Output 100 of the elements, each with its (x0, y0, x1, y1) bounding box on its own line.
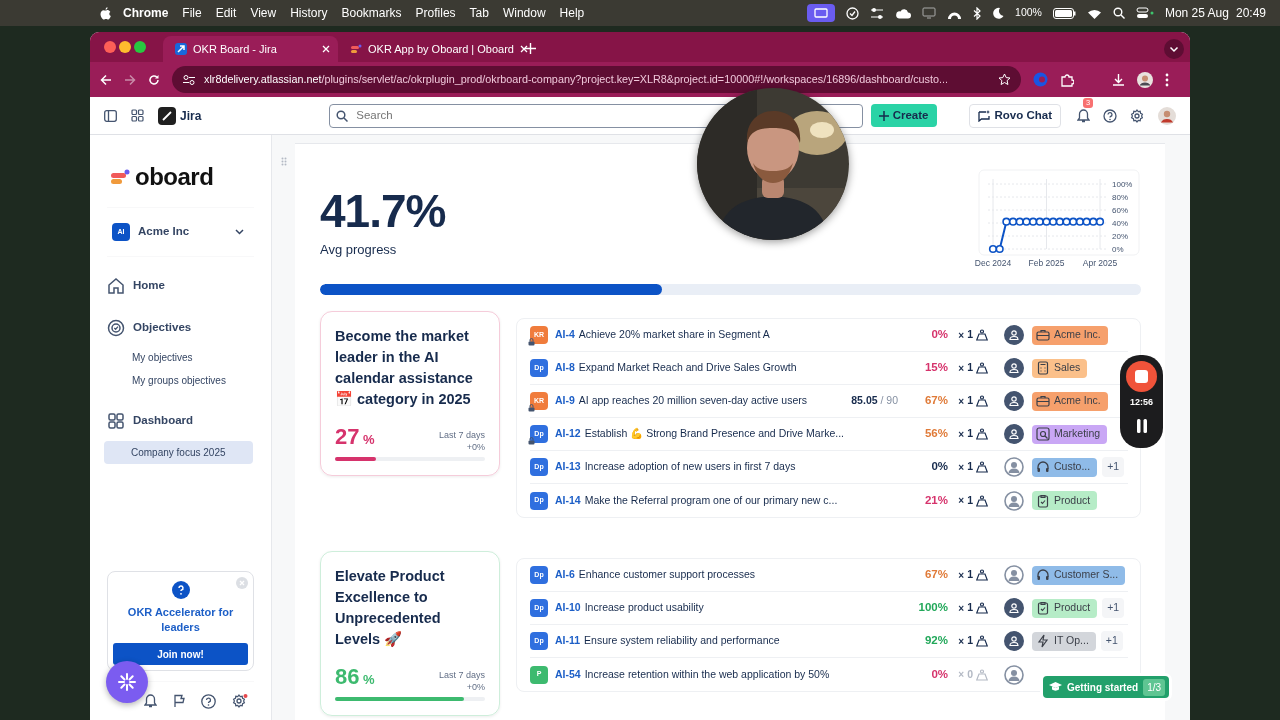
battery-icon[interactable] (1052, 7, 1076, 19)
menu-item[interactable]: Tab (469, 4, 489, 22)
rovo-chat-button[interactable]: Rovo Chat (968, 103, 1061, 128)
close-icon[interactable] (519, 45, 528, 53)
menu-item[interactable]: Profiles (415, 4, 456, 22)
issue-key[interactable]: AI-4 (555, 327, 575, 343)
app-menu[interactable]: Chrome (123, 4, 169, 22)
checkmark-circle-icon[interactable] (846, 6, 860, 20)
profile-avatar-icon[interactable] (1137, 71, 1153, 88)
back-icon[interactable] (100, 73, 112, 86)
more-teams-count[interactable]: +1 (1102, 598, 1125, 618)
menubar-time[interactable]: 20:49 (1235, 4, 1266, 22)
screen-share-icon[interactable] (807, 4, 836, 22)
sidebar-subitem[interactable]: Company focus 2025 (104, 441, 253, 464)
sidebar-item[interactable]: Dashboard (107, 411, 254, 431)
owner-avatar-icon[interactable] (1004, 598, 1024, 618)
empty-avatar-icon[interactable] (1004, 565, 1024, 585)
owner-avatar-icon[interactable] (1004, 325, 1024, 345)
pause-icon[interactable] (1135, 418, 1148, 433)
menu-item[interactable]: Window (502, 4, 546, 22)
help-icon[interactable] (201, 693, 216, 709)
puzzle-icon[interactable] (1060, 72, 1074, 87)
owner-avatar-icon[interactable] (1004, 631, 1024, 651)
team-tag[interactable]: Product (1032, 598, 1098, 618)
key-result-title[interactable]: Enhance customer support processes (578, 567, 756, 583)
issue-key[interactable]: AI-14 (555, 492, 581, 509)
key-result-title[interactable]: Make the Referral program one of our primary new c... (584, 492, 838, 509)
product-name[interactable]: Jira (180, 106, 202, 125)
team-tag[interactable]: Acme Inc. (1032, 391, 1108, 411)
window-control-icon[interactable] (134, 41, 146, 53)
window-control-icon[interactable] (119, 41, 131, 53)
menu-item[interactable]: Bookmarks (341, 4, 402, 22)
issue-key[interactable]: AI-6 (555, 567, 575, 583)
key-result-title[interactable]: AI app reaches 20 million seven-day active users (578, 393, 808, 409)
user-avatar-icon[interactable] (1158, 106, 1176, 125)
more-teams-count[interactable]: +1 (1100, 631, 1123, 651)
sidebar-subitem[interactable]: My objectives (107, 348, 254, 367)
key-result-title[interactable]: Achieve 20% market share in Segment A (578, 327, 770, 343)
sliders-icon[interactable] (870, 6, 885, 20)
empty-avatar-icon[interactable] (1004, 457, 1024, 477)
owner-avatar-icon[interactable] (1004, 391, 1024, 411)
star-icon[interactable] (998, 73, 1011, 86)
window-control-icon[interactable] (104, 41, 116, 53)
download-icon[interactable] (1112, 73, 1125, 86)
issue-key[interactable]: AI-11 (555, 633, 581, 649)
team-tag[interactable]: Customer S... (1032, 565, 1126, 585)
objective-card[interactable]: Elevate Product Excellence to Unprecedented Levels 🚀 86 % Last 7 days +0% (320, 551, 500, 716)
display-icon[interactable] (922, 7, 937, 19)
key-result-title[interactable]: Increase product usability (584, 600, 704, 616)
browser-tab[interactable]: OKR App by Oboard | Oboard (338, 36, 513, 62)
team-tag[interactable]: Acme Inc. (1032, 325, 1108, 345)
menubar-date[interactable]: Mon 25 Aug (1164, 4, 1229, 22)
address-bar[interactable]: xlr8delivery.atlassian.net/plugins/servlet/ac/okrplugin_prod/okrboard-company?project.key=XLR8&project.id=10000#!/workspaces/16896/dashboard/custo... (172, 66, 1021, 93)
settings-icon[interactable] (1130, 108, 1144, 123)
more-teams-count[interactable]: +1 (1102, 457, 1125, 477)
search-icon[interactable] (1112, 7, 1125, 19)
key-result-title[interactable]: Increase adoption of new users in first 7 days (584, 459, 796, 475)
drag-handle-icon[interactable] (280, 157, 287, 166)
issue-key[interactable]: AI-9 (555, 393, 575, 409)
team-tag[interactable]: Custo... (1032, 457, 1098, 477)
empty-avatar-icon[interactable] (1004, 664, 1024, 685)
stop-recording-icon[interactable] (1126, 361, 1157, 392)
more-menu-icon[interactable] (1165, 72, 1169, 87)
menu-item[interactable]: Edit (215, 4, 237, 22)
sidebar-item[interactable]: Home (107, 276, 254, 296)
help-icon[interactable] (1103, 108, 1117, 123)
flag-icon[interactable] (173, 694, 185, 708)
wifi-icon[interactable] (1086, 7, 1102, 19)
forward-icon[interactable] (124, 73, 136, 86)
team-tag[interactable]: Product (1032, 491, 1098, 510)
control-center-icon[interactable] (1135, 7, 1154, 19)
chevron-down-icon[interactable] (1164, 39, 1184, 59)
jira-logo-icon[interactable] (158, 106, 176, 125)
bell-icon[interactable] (144, 694, 157, 708)
bluetooth-icon[interactable] (973, 6, 982, 20)
sidebar-subitem[interactable]: My groups objectives (107, 371, 254, 390)
owner-avatar-icon[interactable] (1004, 358, 1024, 378)
team-tag[interactable]: Marketing (1032, 424, 1108, 444)
sidebar-toggle-icon[interactable] (104, 109, 117, 122)
team-tag[interactable]: Sales (1032, 358, 1088, 378)
join-button[interactable]: Join now! (113, 643, 248, 665)
create-button[interactable]: Create (870, 104, 937, 127)
key-result-title[interactable]: Establish 💪 Strong Brand Presence and Drive Marke... (584, 426, 844, 442)
issue-key[interactable]: AI-13 (555, 459, 581, 475)
site-settings-icon[interactable] (182, 73, 196, 86)
team-tag[interactable]: IT Op... (1032, 631, 1096, 651)
menu-item[interactable]: History (290, 4, 328, 22)
menu-item[interactable]: Help (559, 4, 585, 22)
reload-icon[interactable] (148, 73, 160, 86)
browser-tab[interactable]: OKR Board - Jira (163, 36, 338, 62)
issue-key[interactable]: AI-8 (555, 360, 575, 376)
menu-item[interactable]: File (182, 4, 202, 22)
issue-key[interactable]: AI-12 (555, 426, 581, 442)
cloud-icon[interactable] (895, 7, 912, 19)
objective-card[interactable]: Become the market leader in the AI calendar assistance 📅 category in 2025 27 % Last 7 days +0% (320, 311, 500, 476)
issue-key[interactable]: AI-10 (555, 600, 581, 616)
new-tab-icon[interactable] (525, 43, 536, 54)
menu-item[interactable]: View (250, 4, 277, 22)
close-icon[interactable] (322, 45, 330, 53)
empty-avatar-icon[interactable] (1004, 490, 1024, 511)
